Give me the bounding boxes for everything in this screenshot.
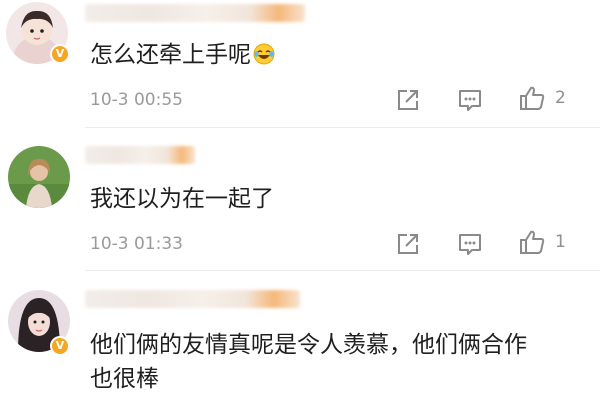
comment-item: V 他们俩的友情真呢是令人羡慕，他们俩合作 也很棒 — [0, 284, 600, 400]
comment-text: 他们俩的友情真呢是令人羡慕，他们俩合作 — [90, 332, 527, 358]
comment-button[interactable] — [456, 86, 484, 114]
comment-bubble-icon — [459, 234, 481, 255]
share-square-icon — [398, 90, 418, 110]
forward-button[interactable] — [394, 86, 422, 114]
comment-item: V 怎么还牵上手呢 10-3 00:55 2 — [0, 0, 600, 128]
thumbs-up-icon — [520, 230, 545, 254]
username-blurred[interactable] — [85, 4, 305, 22]
like-count: 1 — [555, 232, 566, 252]
username-blurred[interactable] — [85, 146, 195, 164]
comment-text: 我还以为在一起了 — [90, 186, 274, 212]
avatar[interactable] — [8, 146, 70, 208]
comment-timestamp: 10-3 01:33 — [90, 234, 183, 254]
comment-item: 我还以为在一起了 10-3 01:33 1 — [0, 140, 600, 271]
comment-text-continued: 也很棒 — [90, 366, 159, 392]
forward-button[interactable] — [394, 230, 422, 258]
like-count: 2 — [555, 88, 566, 108]
like-button[interactable] — [518, 84, 546, 112]
thumbs-up-icon — [520, 86, 545, 110]
like-button[interactable] — [518, 228, 546, 256]
comment-timestamp: 10-3 00:55 — [90, 90, 183, 110]
verified-badge-icon: V — [50, 336, 70, 356]
comment-button[interactable] — [456, 230, 484, 258]
laughing-tears-emoji-icon — [253, 43, 275, 65]
comment-text: 怎么还牵上手呢 — [90, 40, 275, 70]
comment-body: 怎么还牵上手呢 — [90, 42, 251, 68]
comment-bubble-icon — [459, 90, 481, 111]
divider — [85, 270, 600, 271]
divider — [85, 127, 600, 128]
username-blurred[interactable] — [85, 290, 300, 308]
share-square-icon — [398, 234, 418, 254]
verified-badge-icon: V — [50, 44, 70, 64]
